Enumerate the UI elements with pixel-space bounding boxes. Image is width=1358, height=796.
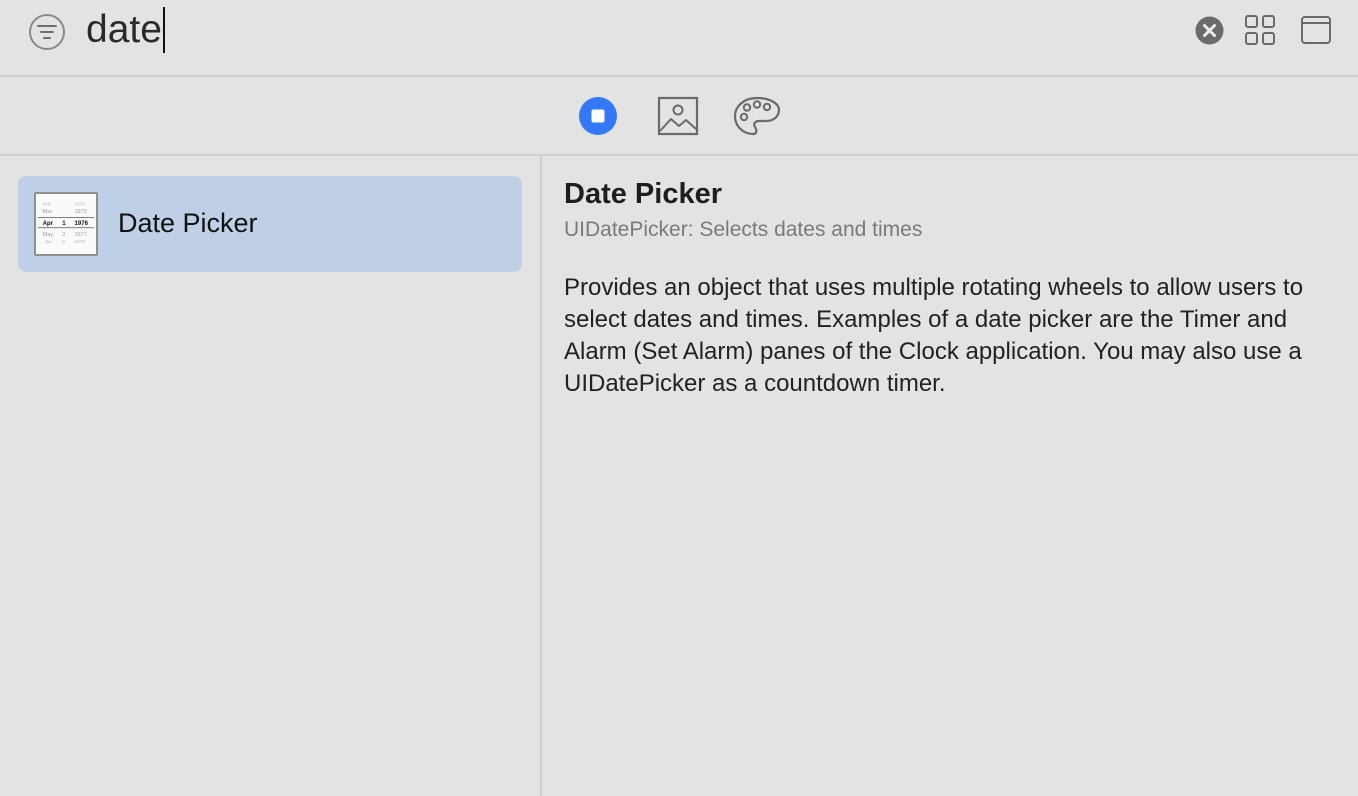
date-picker-thumbnail: Feb 1974 Mar 1975 Apr 1 1976 May 2 1977 … xyxy=(34,192,98,256)
search-input[interactable]: date xyxy=(86,4,1086,56)
media-icon[interactable] xyxy=(657,95,699,137)
thumb-year: 1976 xyxy=(74,220,88,227)
thumb-month: Jun xyxy=(44,239,52,244)
filter-icon[interactable] xyxy=(28,13,66,51)
text-caret xyxy=(162,7,165,53)
thumb-month: Feb xyxy=(43,201,51,206)
window-icon[interactable] xyxy=(1300,14,1332,46)
thumb-month: Apr xyxy=(43,220,54,227)
detail-description: Provides an object that uses multiple ro… xyxy=(564,274,1304,397)
detail-subtitle: UIDatePicker: Selects dates and times xyxy=(564,218,923,241)
thumb-month: May xyxy=(43,232,54,238)
library-tabs xyxy=(0,77,1358,156)
list-item[interactable]: Feb 1974 Mar 1975 Apr 1 1976 May 2 1977 … xyxy=(18,176,522,272)
thumb-day: 3 xyxy=(62,239,65,244)
clear-icon[interactable] xyxy=(1195,16,1224,45)
library-list: Feb 1974 Mar 1975 Apr 1 1976 May 2 1977 … xyxy=(0,156,542,796)
thumb-month: Mar xyxy=(43,209,53,215)
list-item-label: Date Picker xyxy=(118,208,258,238)
thumb-day: 1 xyxy=(62,220,66,227)
library-window: date Feb 1974 Mar 1975 Apr 1 1976 May 2 … xyxy=(0,0,1358,796)
detail-pane: Date Picker UIDatePicker: Selects dates … xyxy=(544,156,1358,796)
thumb-year: 1977 xyxy=(74,232,86,238)
thumb-day: 2 xyxy=(62,232,65,238)
grid-view-icon[interactable] xyxy=(1244,14,1276,46)
search-bar: date xyxy=(0,0,1358,77)
search-input-value: date xyxy=(86,8,162,51)
thumb-year: 1974 xyxy=(74,201,85,206)
thumb-year: 1978 xyxy=(74,239,85,244)
thumb-year: 1975 xyxy=(74,209,86,215)
detail-title: Date Picker xyxy=(564,178,722,210)
components-icon[interactable] xyxy=(578,96,618,136)
palette-icon[interactable] xyxy=(733,95,781,137)
